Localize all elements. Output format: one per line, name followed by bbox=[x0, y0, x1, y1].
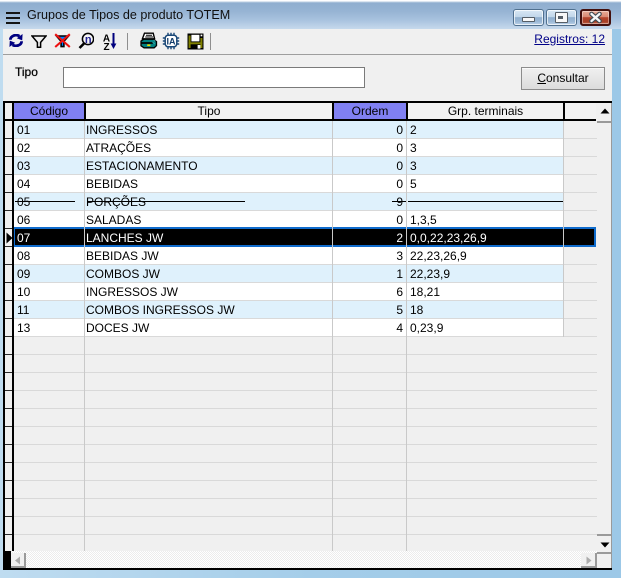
svg-text:Z: Z bbox=[103, 42, 109, 50]
svg-text:IA: IA bbox=[167, 36, 177, 46]
svg-text:n: n bbox=[85, 34, 92, 46]
